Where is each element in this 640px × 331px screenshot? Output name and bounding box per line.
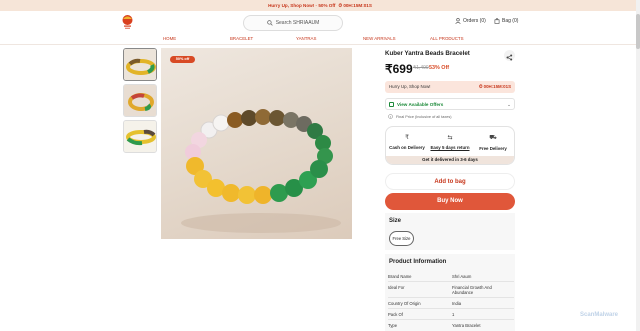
tax-note-text: Final Price (Inclusive of all taxes) bbox=[396, 114, 452, 119]
info-divider bbox=[388, 319, 514, 320]
discount-badge: 50% off bbox=[170, 56, 195, 63]
product-main-image[interactable] bbox=[161, 48, 352, 239]
returns-label: Easy 5 days return bbox=[430, 145, 470, 150]
size-title: Size bbox=[389, 218, 402, 224]
header-divider bbox=[0, 44, 640, 45]
return-icon: ⇆ bbox=[447, 135, 453, 141]
thumbnail-1[interactable] bbox=[123, 48, 157, 81]
product-price: ₹699 bbox=[385, 62, 413, 76]
discount-percent: 53% Off bbox=[429, 65, 450, 71]
add-to-bag-button[interactable]: Add to bag bbox=[385, 173, 515, 190]
size-option-free[interactable]: Free Size bbox=[389, 231, 414, 246]
nav-all-products[interactable]: ALL PRODUCTS bbox=[430, 36, 464, 41]
search-input[interactable]: Search SHRIAAUM bbox=[243, 15, 343, 31]
bag-icon bbox=[494, 18, 500, 24]
info-value: 1 bbox=[452, 312, 455, 317]
offer-icon bbox=[389, 102, 394, 107]
user-icon bbox=[455, 18, 461, 24]
product-title: Kuber Yantra Beads Bracelet bbox=[385, 50, 470, 57]
nav-new-arrivals[interactable]: NEW ARRIVALS bbox=[363, 36, 396, 41]
nav-bracelet[interactable]: BRACELET bbox=[230, 36, 253, 41]
info-value: Shri Aaum bbox=[452, 274, 472, 279]
offers-label: View Available Offers bbox=[397, 102, 444, 107]
free-delivery-feature: ⛟ Free Delivery bbox=[473, 134, 513, 151]
delivery-eta: Get it delivered in 3-6 days bbox=[386, 156, 514, 164]
info-divider bbox=[388, 297, 514, 298]
share-icon bbox=[506, 54, 513, 61]
page-scrollbar[interactable] bbox=[636, 0, 640, 331]
nav-home[interactable]: HOME bbox=[163, 36, 176, 41]
promo-timer: ⏱ 00H:15M:01S bbox=[338, 3, 372, 8]
info-key: Type bbox=[388, 323, 398, 328]
search-placeholder: Search SHRIAAUM bbox=[275, 20, 320, 26]
cod-label: Cash on Delivery bbox=[389, 145, 425, 150]
product-info-title: Product Information bbox=[389, 259, 447, 265]
cod-feature: ₹ Cash on Delivery bbox=[387, 134, 427, 150]
chevron-down-icon: ⌄ bbox=[507, 102, 511, 107]
hurry-text: Hurry Up, Shop Now! bbox=[389, 84, 431, 89]
orders-label: Orders (0) bbox=[463, 18, 486, 24]
product-mrp: ₹1,499 bbox=[413, 65, 429, 71]
hurry-timer: ⏱ 00H:15M:01S bbox=[479, 84, 511, 89]
share-button[interactable] bbox=[504, 50, 515, 61]
promo-bar: Hurry Up, Shop Now! · 50% Off ⏱ 00H:15M:0… bbox=[0, 0, 640, 11]
bag-label: Bag (0) bbox=[502, 18, 519, 24]
thumbnail-2[interactable] bbox=[123, 84, 157, 117]
orders-link[interactable]: Orders (0) bbox=[455, 18, 486, 24]
info-icon bbox=[388, 114, 393, 119]
hurry-banner: Hurry Up, Shop Now! ⏱ 00H:15M:01S bbox=[385, 81, 515, 93]
view-offers-dropdown[interactable]: View Available Offers ⌄ bbox=[385, 98, 515, 110]
tax-note: Final Price (Inclusive of all taxes) bbox=[388, 114, 452, 119]
info-key: Brand Name bbox=[388, 274, 412, 279]
rupee-icon: ₹ bbox=[405, 135, 409, 141]
returns-feature[interactable]: ⇆ Easy 5 days return bbox=[430, 134, 470, 150]
info-value: Financial Growth And Abundance bbox=[452, 285, 492, 295]
info-value: Yantra Bracelet bbox=[452, 323, 481, 328]
free-delivery-label: Free Delivery bbox=[479, 146, 507, 151]
promo-text: Hurry Up, Shop Now! · 50% Off bbox=[268, 3, 336, 8]
info-divider bbox=[388, 308, 514, 309]
nav-yantras[interactable]: YANTRAS bbox=[296, 36, 316, 41]
watermark: ScanMalware bbox=[580, 312, 619, 318]
scrollbar-thumb[interactable] bbox=[636, 14, 640, 49]
info-key: Ideal For bbox=[388, 285, 405, 290]
info-divider bbox=[388, 281, 514, 282]
info-value: India bbox=[452, 301, 462, 306]
buy-now-button[interactable]: Buy Now bbox=[385, 193, 515, 210]
truck-icon: ⛟ bbox=[489, 135, 497, 141]
search-icon bbox=[266, 20, 273, 26]
thumbnail-3[interactable] bbox=[123, 120, 157, 153]
info-key: Country Of Origin bbox=[388, 301, 421, 306]
bag-link[interactable]: Bag (0) bbox=[494, 18, 518, 24]
info-key: Pack Of bbox=[388, 312, 403, 317]
brand-logo[interactable] bbox=[120, 13, 135, 32]
delivery-card: ₹ Cash on Delivery ⇆ Easy 5 days return … bbox=[385, 126, 515, 165]
